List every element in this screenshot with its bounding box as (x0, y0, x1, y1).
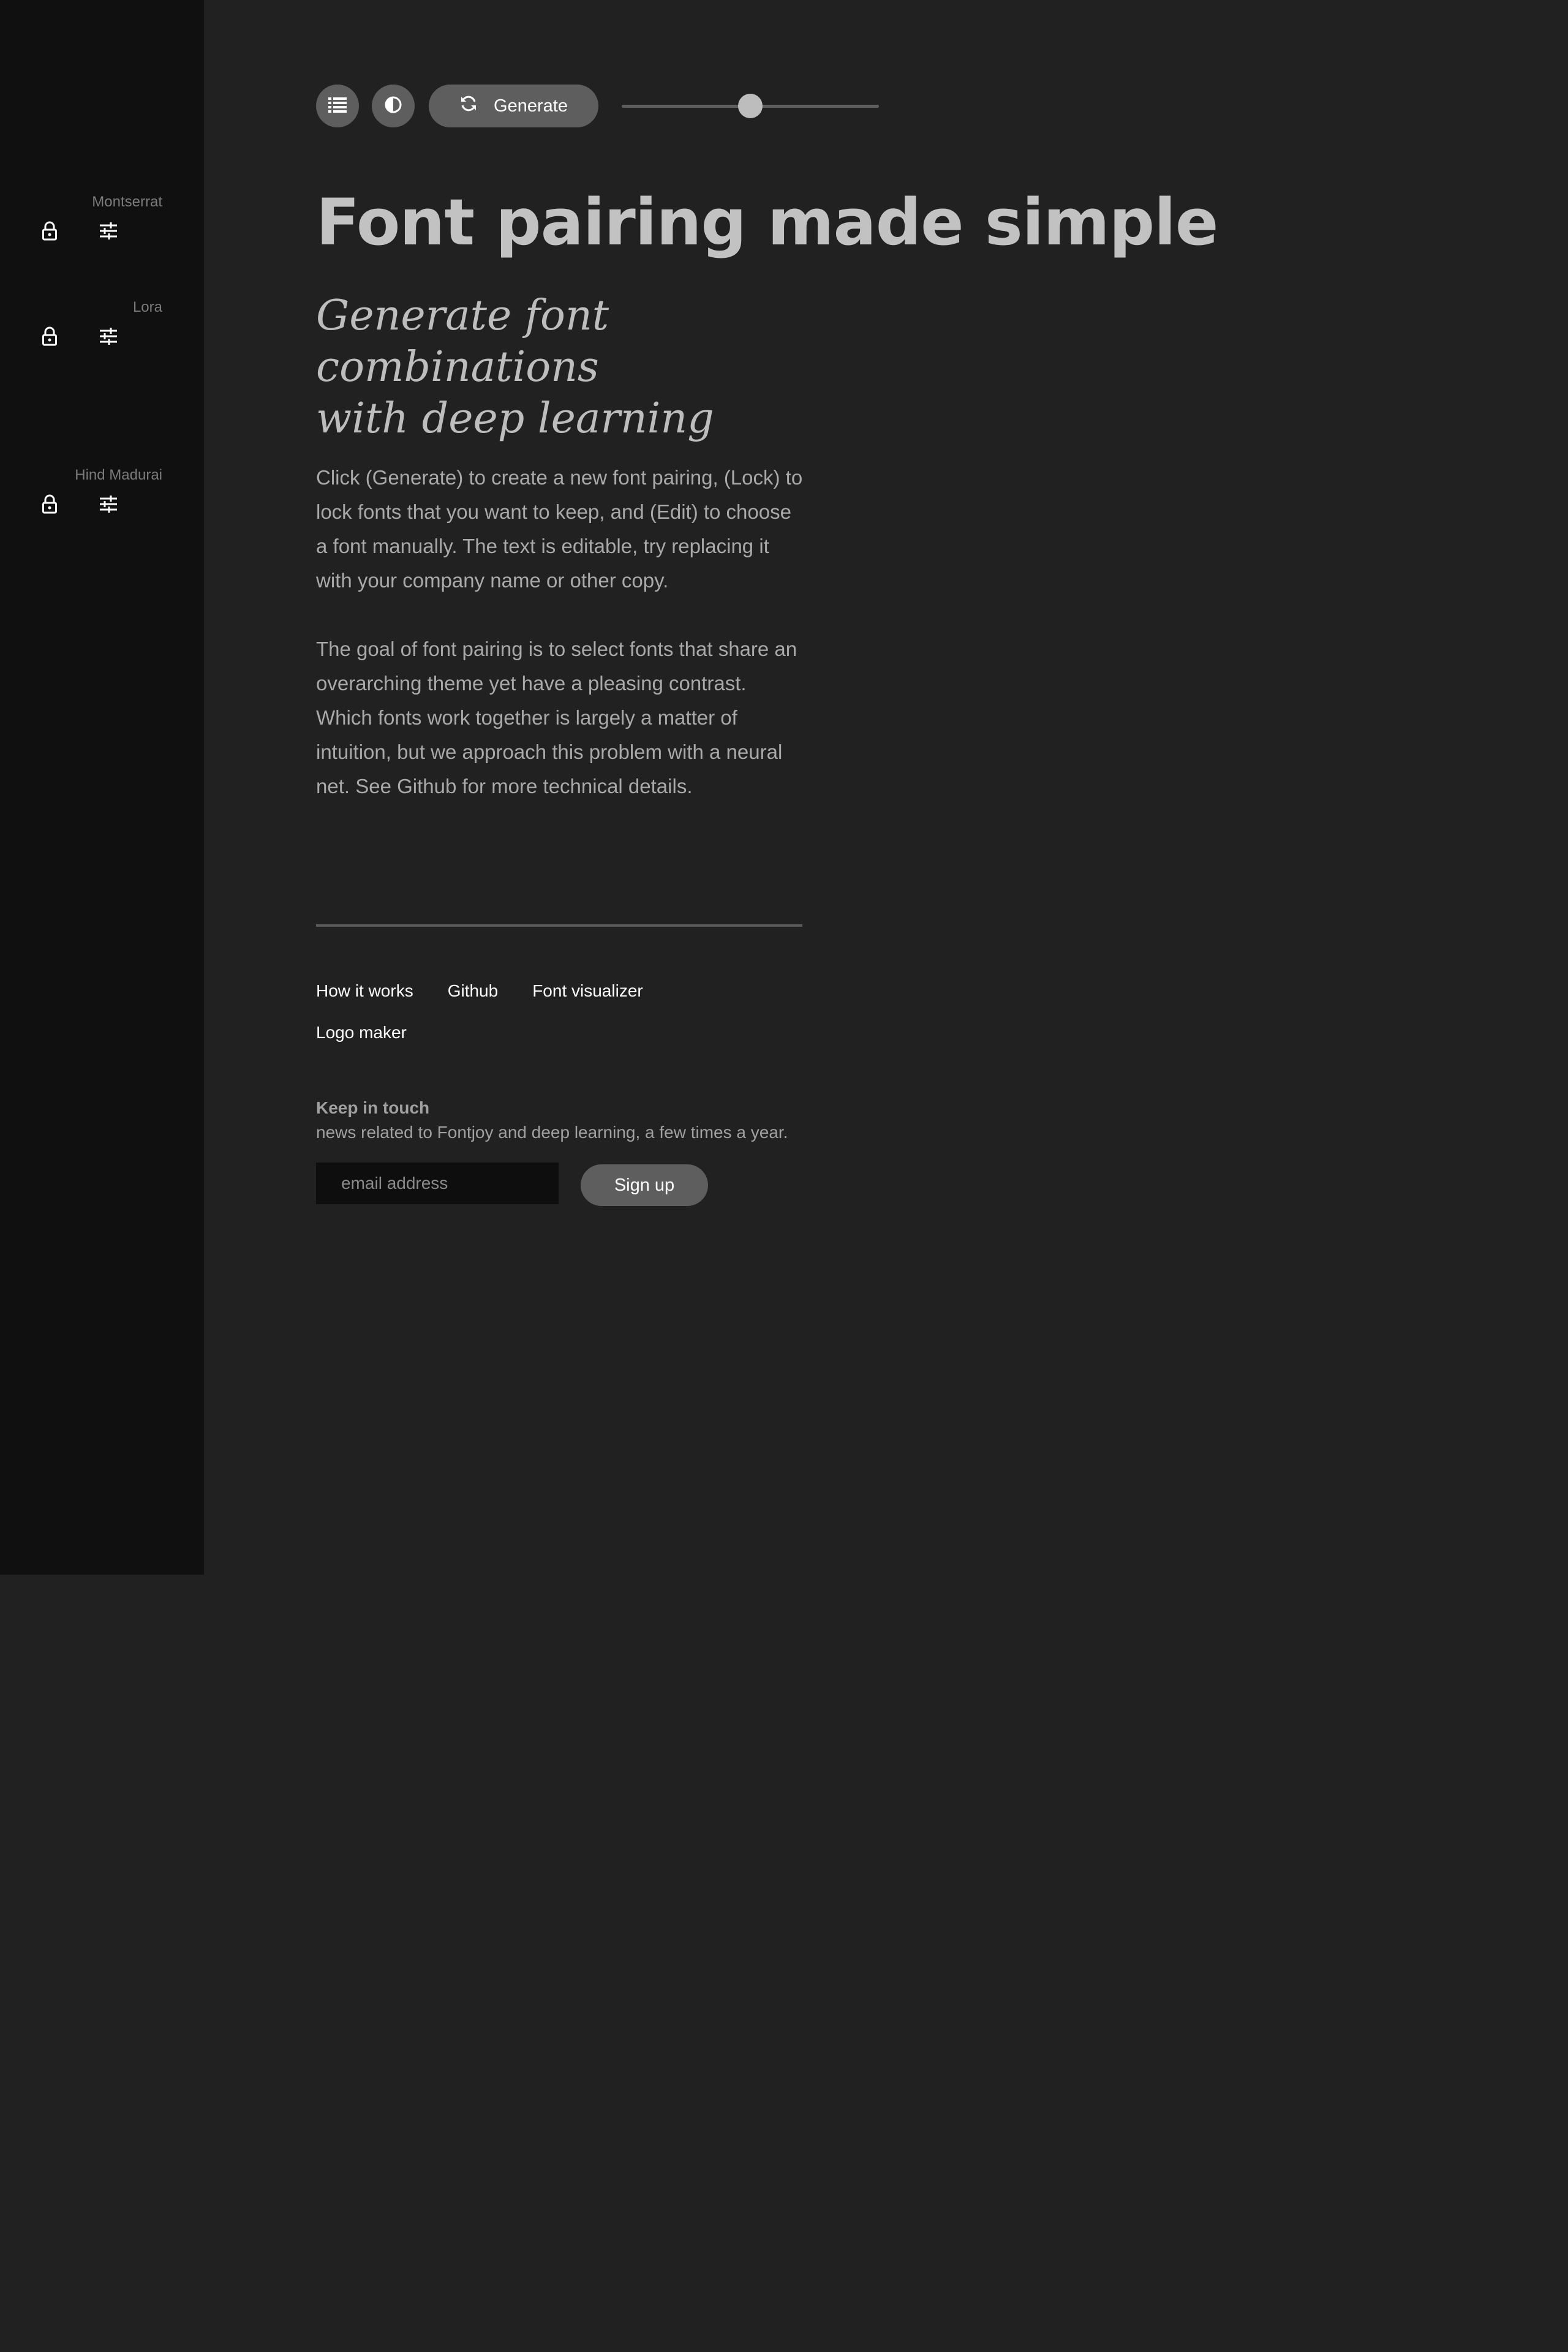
list-icon (328, 97, 347, 116)
sliders-icon[interactable] (96, 219, 121, 243)
font-name-label: Hind Madurai (75, 467, 162, 483)
lock-icon[interactable] (37, 324, 62, 349)
lock-icon[interactable] (37, 219, 62, 243)
sliders-icon[interactable] (96, 324, 121, 349)
body-paragraph: The goal of font pairing is to select fo… (316, 638, 797, 797)
font-name-label: Lora (132, 299, 162, 315)
signup-button[interactable]: Sign up (581, 1164, 708, 1206)
github-link[interactable]: Github (448, 979, 499, 1003)
font-controls (3, 492, 162, 522)
list-view-button[interactable] (316, 85, 359, 127)
body-text[interactable]: Click (Generate) to create a new font pa… (316, 461, 806, 838)
divider (316, 924, 802, 927)
generate-label: Generate (494, 96, 568, 116)
body-paragraph: Click (Generate) to create a new font pa… (316, 466, 803, 592)
sliders-icon[interactable] (96, 492, 121, 516)
lock-icon[interactable] (37, 492, 62, 516)
slider-thumb[interactable] (738, 94, 763, 118)
email-field[interactable] (316, 1163, 559, 1204)
font-name-label: Montserrat (92, 194, 162, 210)
subtitle-line: with deep learning (316, 394, 714, 443)
font-size-slider[interactable] (622, 85, 879, 127)
contrast-toggle-button[interactable] (372, 85, 415, 127)
footer-nav: How it works Github Font visualizer Logo… (316, 979, 806, 1062)
font-controls (3, 219, 162, 249)
how-it-works-link[interactable]: How it works (316, 979, 413, 1003)
font-sidebar: Montserrat Lora Hind Madurai (0, 0, 204, 1575)
contrast-icon (384, 96, 402, 117)
font-controls (3, 324, 162, 355)
newsletter-title: Keep in touch (316, 1098, 430, 1117)
font-slot-secondary: Lora (3, 298, 162, 355)
font-slot-body: Hind Madurai (3, 466, 162, 522)
page-subtitle[interactable]: Generate font combinations with deep lea… (316, 290, 904, 445)
refresh-icon (459, 94, 478, 118)
toolbar: Generate (316, 85, 904, 127)
logo-maker-link[interactable]: Logo maker (316, 1020, 407, 1045)
newsletter-description: news related to Fontjoy and deep learnin… (316, 1123, 788, 1142)
font-slot-primary: Montserrat (3, 193, 162, 249)
generate-button[interactable]: Generate (429, 85, 598, 127)
subtitle-line: Generate font combinations (316, 292, 609, 391)
font-visualizer-link[interactable]: Font visualizer (532, 979, 643, 1003)
page-title[interactable]: Font pairing made simple (316, 183, 1357, 262)
